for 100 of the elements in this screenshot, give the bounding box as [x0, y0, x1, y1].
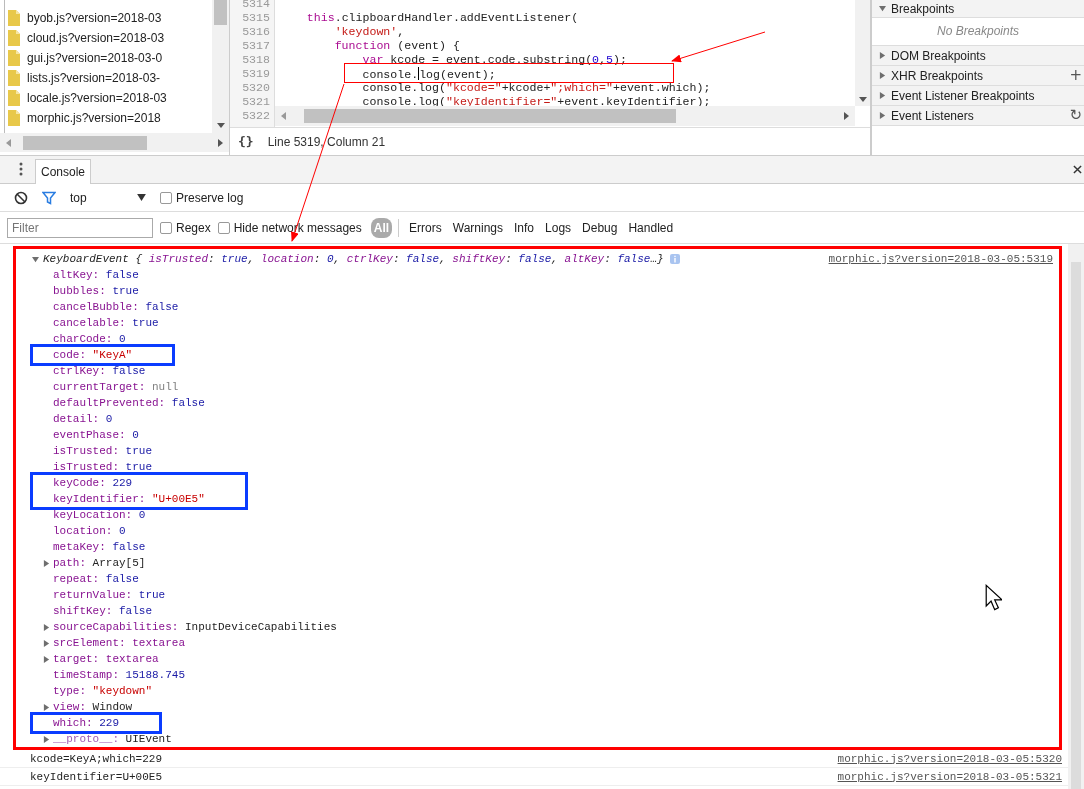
mouse-pointer-icon	[985, 584, 1002, 611]
log-message: kcode=KeyA;which=229	[30, 752, 163, 765]
file-icon	[8, 70, 20, 86]
expand-arrow-icon[interactable]	[43, 735, 50, 743]
property-entry: type: "keydown"	[53, 685, 153, 697]
log-level-filter[interactable]: Handled	[624, 218, 678, 237]
pretty-print-button[interactable]: {}	[238, 134, 254, 149]
property-entry: which: 229	[53, 717, 119, 729]
section-header[interactable]: Event Listener Breakpoints	[872, 86, 1084, 106]
source-link[interactable]: morphic.js?version=2018-03-05:5320	[837, 752, 1068, 765]
log-level-filter[interactable]: Errors	[405, 218, 446, 237]
close-icon[interactable]	[1073, 165, 1082, 174]
log-level-filter[interactable]: Info	[510, 218, 539, 237]
collapse-arrow-icon[interactable]	[32, 255, 39, 263]
property-entry: shiftKey: false	[53, 605, 153, 617]
collapse-arrow-icon[interactable]	[879, 5, 886, 12]
expand-arrow-icon[interactable]	[879, 72, 886, 79]
line-number: 5321	[241, 95, 271, 109]
filter-field[interactable]: Filter	[7, 217, 153, 238]
checkbox[interactable]: Regex	[160, 220, 211, 235]
section-header[interactable]: Breakpoints	[872, 0, 1084, 18]
property-entry: defaultPrevented: false	[53, 397, 205, 409]
scroll-right-icon[interactable]	[218, 138, 223, 147]
property-entry: cancelBubble: false	[53, 301, 179, 313]
file-icon	[8, 110, 20, 126]
scroll-down-icon[interactable]	[216, 123, 225, 128]
scrollbar[interactable]	[0, 133, 229, 152]
cursor-position: Line 5319, Column 21	[267, 134, 386, 149]
log-level-filter[interactable]: Debug	[578, 218, 622, 237]
property-entry: detail: 0	[53, 413, 113, 425]
code-line: this.clipboardHandler.addEventListener(	[305, 11, 580, 25]
scroll-left-icon[interactable]	[281, 112, 286, 120]
section-header[interactable]: XHR Breakpoints +	[872, 66, 1084, 86]
console-tab[interactable]: Console	[35, 159, 92, 184]
scroll-left-icon[interactable]	[6, 138, 11, 147]
file-item[interactable]: gui.js?version=2018-03-0	[5, 48, 212, 68]
file-item[interactable]: lists.js?version=2018-03-	[5, 68, 212, 88]
source-link[interactable]: morphic.js?version=2018-03-05:5319	[828, 253, 1059, 265]
file-icon	[8, 90, 20, 106]
file-icon	[8, 10, 20, 26]
property-entry: bubbles: true	[53, 285, 139, 297]
section-action-button[interactable]: ↻	[1067, 107, 1084, 124]
line-number: 5316	[241, 25, 271, 39]
checkbox[interactable]: Preserve log	[160, 190, 244, 205]
object-summary[interactable]: KeyboardEvent { isTrusted: true, location: 0, ctrlKey: false, shiftKey: false, altKey: false…}	[43, 253, 664, 265]
property-entry[interactable]: view: Window	[53, 701, 133, 713]
more-options-icon[interactable]	[19, 162, 23, 176]
property-entry: ctrlKey: false	[53, 365, 146, 377]
scrollbar[interactable]	[855, 0, 870, 106]
code-line: function (event) {	[333, 39, 461, 53]
property-entry: metaKey: false	[53, 541, 146, 553]
file-icon	[8, 50, 20, 66]
file-item[interactable]: byob.js?version=2018-03	[5, 8, 212, 28]
code-line: console.log("kcode="+kcode+";which="+event.which);	[361, 81, 712, 95]
file-icon	[8, 30, 20, 46]
section-header[interactable]: Event Listeners ↻	[872, 106, 1084, 126]
filter-icon[interactable]	[42, 190, 56, 205]
log-message: keyIdentifier=U+00E5	[30, 770, 163, 783]
property-entry[interactable]: path: Array[5]	[53, 557, 146, 569]
file-item[interactable]: locale.js?version=2018-03	[5, 88, 212, 108]
section-action-button[interactable]: +	[1067, 67, 1084, 84]
line-number: 5322	[241, 109, 271, 123]
line-number: 5315	[241, 11, 271, 25]
line-number: 5319	[241, 67, 271, 81]
section-header[interactable]: DOM Breakpoints	[872, 46, 1084, 66]
scrollbar[interactable]	[1068, 244, 1084, 789]
scrollbar-thumb[interactable]	[23, 135, 147, 150]
context-dropdown[interactable]: top	[70, 190, 146, 205]
dropdown-arrow-icon[interactable]	[137, 194, 146, 201]
property-entry: code: "KeyA"	[53, 349, 133, 361]
log-level-filter[interactable]: Warnings	[448, 218, 507, 237]
expand-arrow-icon[interactable]	[879, 112, 886, 119]
property-entry: location: 0	[53, 525, 126, 537]
code-line: console.log(event);	[361, 67, 497, 81]
property-entry[interactable]: sourceCapabilities: InputDeviceCapabilities	[53, 621, 337, 633]
file-item[interactable]: morphic.js?version=2018	[5, 108, 212, 128]
property-entry: isTrusted: true	[53, 461, 152, 473]
file-item[interactable]: cloud.js?version=2018-03	[5, 28, 212, 48]
property-entry: charCode: 0	[53, 333, 126, 345]
scroll-right-icon[interactable]	[844, 112, 849, 120]
expand-arrow-icon[interactable]	[43, 703, 50, 711]
scroll-down-icon[interactable]	[858, 97, 867, 102]
property-entry[interactable]: __proto__: UIEvent	[53, 733, 172, 745]
scrollbar[interactable]	[212, 0, 229, 133]
scrollbar-thumb[interactable]	[304, 109, 676, 123]
property-entry[interactable]: srcElement: textarea	[53, 637, 186, 649]
scrollbar-thumb[interactable]	[214, 0, 227, 25]
property-entry: repeat: false	[53, 573, 139, 585]
property-entry: keyLocation: 0	[53, 509, 146, 521]
property-entry[interactable]: target: textarea	[53, 653, 159, 665]
property-entry: timeStamp: 15188.745	[53, 669, 186, 681]
log-level-filter[interactable]: Logs	[541, 218, 576, 237]
scrollbar[interactable]	[275, 106, 855, 126]
line-number: 5318	[241, 53, 271, 67]
expand-arrow-icon[interactable]	[43, 559, 50, 567]
expand-arrow-icon[interactable]	[879, 52, 886, 59]
expand-arrow-icon[interactable]	[879, 92, 886, 99]
clear-console-icon[interactable]	[14, 190, 28, 205]
source-link[interactable]: morphic.js?version=2018-03-05:5321	[837, 770, 1068, 783]
code-line: 'keydown',	[333, 25, 406, 39]
